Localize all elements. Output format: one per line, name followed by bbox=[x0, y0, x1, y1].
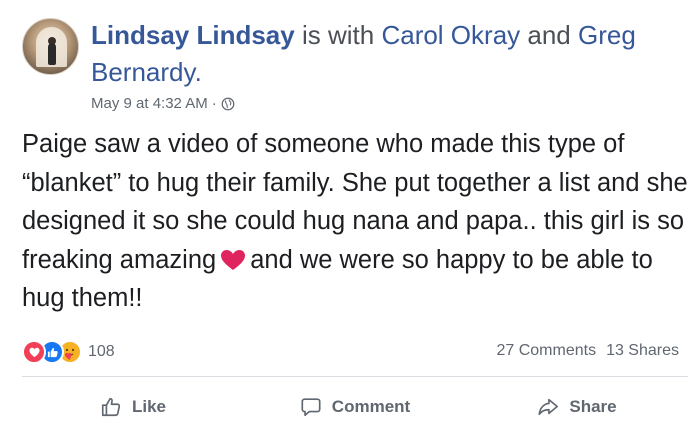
author-avatar[interactable] bbox=[22, 18, 79, 75]
like-button[interactable]: Like bbox=[22, 386, 244, 428]
thumbs-up-icon bbox=[101, 397, 121, 417]
share-button[interactable]: Share bbox=[466, 386, 688, 428]
action-divider bbox=[22, 376, 688, 377]
comment-bubble-icon bbox=[301, 398, 321, 417]
globe-icon[interactable] bbox=[221, 97, 235, 111]
comment-button[interactable]: Comment bbox=[244, 386, 466, 428]
engagement-counts: 27 Comments 13 Shares bbox=[496, 342, 679, 360]
post-timestamp-link[interactable]: May 9 at 4:32 AM bbox=[91, 95, 208, 112]
reaction-summary[interactable]: 108 bbox=[22, 340, 115, 364]
share-arrow-icon bbox=[538, 398, 559, 416]
red-heart-icon bbox=[220, 244, 246, 270]
tagged-user-link-1[interactable]: Carol Okray bbox=[381, 20, 520, 50]
post-actions: Like Comment Share bbox=[22, 386, 688, 428]
share-label: Share bbox=[569, 397, 617, 416]
comments-count-link[interactable]: 27 Comments bbox=[496, 342, 596, 360]
like-label: Like bbox=[131, 397, 167, 416]
meta-separator: · bbox=[211, 95, 217, 112]
reaction-count: 108 bbox=[88, 343, 115, 360]
shares-count-link[interactable]: 13 Shares bbox=[606, 342, 679, 360]
and-text: and bbox=[527, 20, 571, 50]
author-name-link[interactable]: Lindsay Lindsay bbox=[91, 20, 295, 50]
love-icon bbox=[22, 340, 46, 364]
avatar-figure-body bbox=[48, 43, 56, 65]
post-header: Lindsay Lindsay is with Carol Okray and … bbox=[91, 17, 681, 91]
comment-label: Comment bbox=[331, 397, 411, 416]
facebook-post: Lindsay Lindsay is with Carol Okray and … bbox=[0, 0, 700, 434]
post-body: Paige saw a video of someone who made th… bbox=[22, 125, 688, 318]
post-meta: May 9 at 4:32 AM · bbox=[91, 95, 235, 112]
is-with-text: is with bbox=[301, 20, 375, 50]
